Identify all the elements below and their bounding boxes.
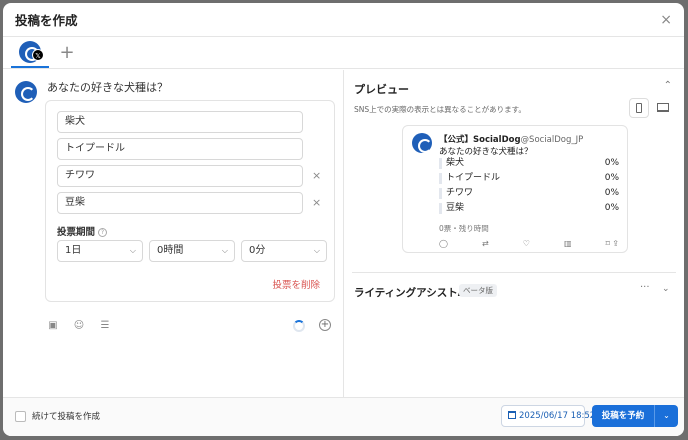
result-label: 柴犬: [446, 158, 465, 168]
poll-option-4-input[interactable]: 豆柴: [57, 192, 303, 214]
poll-duration-text: 投票期間: [57, 227, 96, 238]
preview-panel: プレビュー ⌃ SNS上での実際の表示とは異なることがあります。 【公式】Soc…: [344, 70, 684, 397]
duration-hours-select[interactable]: 0時間 ⌵: [149, 240, 235, 262]
divider: [352, 272, 676, 273]
account-name-text: 【公式】SocialDog: [439, 135, 521, 145]
duration-days-value: 1日: [65, 245, 82, 256]
post-avatar-icon: [15, 81, 37, 103]
more-icon[interactable]: ···: [640, 282, 650, 293]
continue-posting-label: 続けて投稿を作成: [32, 412, 101, 422]
chevron-down-icon[interactable]: ⌄: [662, 284, 670, 294]
schedule-post-label: 投稿を予約: [601, 411, 645, 421]
writing-assist-title[interactable]: ライティングアシストAI: [354, 285, 470, 300]
list-icon[interactable]: ☰: [99, 320, 111, 331]
preview-actions: ◯ ⇄ ♡ ▥ ⌑ ⇪: [439, 239, 619, 248]
x-logo-icon: 𝕏: [32, 49, 44, 61]
help-icon[interactable]: ?: [98, 228, 108, 237]
add-account-button[interactable]: +: [49, 37, 85, 68]
share-icon: ⇪: [612, 239, 619, 248]
preview-question: あなたの好きな犬種は？: [439, 147, 533, 157]
account-handle: @SocialDog_JP: [520, 135, 584, 145]
mobile-icon: [636, 103, 642, 113]
schedule-date-button[interactable]: 2025/06/17 18:52: [501, 405, 595, 427]
poll-option-2-input[interactable]: トイプードル: [57, 138, 303, 160]
duration-minutes-value: 0分: [249, 245, 266, 256]
close-icon[interactable]: ×: [660, 12, 672, 28]
remove-option-4-icon[interactable]: ×: [312, 196, 321, 209]
modal-title: 投稿を作成: [15, 13, 78, 28]
mobile-preview-button[interactable]: [629, 98, 649, 118]
chevron-down-icon: ⌵: [313, 246, 320, 255]
emoji-icon[interactable]: ☺: [73, 320, 85, 331]
result-label: トイプードル: [446, 173, 501, 183]
poll-duration-label: 投票期間?: [57, 224, 108, 238]
chevron-down-icon: ⌵: [221, 246, 228, 255]
like-icon: ♡: [522, 239, 530, 248]
preview-title: プレビュー: [354, 83, 409, 96]
duration-minutes-select[interactable]: 0分 ⌵: [241, 240, 327, 262]
checkbox-icon[interactable]: [15, 410, 26, 422]
poll-editor: 柴犬 トイプードル チワワ × 豆柴 × 投票期間? 1日 ⌵ 0時間 ⌵ 0分 ⌵: [45, 100, 335, 302]
calendar-icon: [508, 411, 516, 419]
post-text-input[interactable]: あなたの好きな犬種は？: [47, 79, 168, 95]
preview-account-name: 【公式】SocialDog@SocialDog_JP: [439, 133, 583, 145]
modal-body: あなたの好きな犬種は？ 柴犬 トイプードル チワワ × 豆柴 × 投票期間? 1…: [3, 70, 684, 397]
result-percent: 0%: [604, 188, 619, 198]
poll-result-row: 豆柴 0%: [439, 202, 619, 215]
result-percent: 0%: [604, 173, 619, 183]
poll-option-1-input[interactable]: 柴犬: [57, 111, 303, 133]
poll-result-row: トイプードル 0%: [439, 172, 619, 185]
duration-days-select[interactable]: 1日 ⌵: [57, 240, 143, 262]
poll-option-3-input[interactable]: チワワ: [57, 165, 303, 187]
stats-icon: ▥: [564, 239, 572, 248]
duration-hours-value: 0時間: [157, 245, 184, 256]
preview-note: SNS上での実際の表示とは異なることがあります。: [354, 105, 526, 114]
continue-posting-checkbox[interactable]: 続けて投稿を作成: [15, 410, 100, 422]
desktop-preview-icon[interactable]: [657, 103, 669, 112]
result-label: チワワ: [446, 188, 474, 198]
result-percent: 0%: [604, 203, 619, 213]
delete-poll-button[interactable]: 投票を削除: [272, 277, 320, 291]
composer-toolbar: ▣ ☺ ☰: [47, 320, 111, 331]
beta-badge: ベータ版: [459, 284, 497, 297]
account-tabs: 𝕏 +: [3, 37, 684, 69]
schedule-date-text: 2025/06/17 18:52: [519, 411, 596, 421]
preview-avatar-icon: [412, 133, 432, 153]
result-bar: [439, 173, 442, 184]
schedule-post-button[interactable]: 投稿を予約 ⌄: [592, 405, 678, 427]
chevron-up-icon[interactable]: ⌃: [664, 80, 672, 91]
add-post-icon[interactable]: +: [319, 319, 331, 331]
bookmark-icon: ⌑: [605, 239, 610, 248]
post-preview-card: 【公式】SocialDog@SocialDog_JP あなたの好きな犬種は？ 柴…: [402, 125, 628, 253]
chevron-down-icon[interactable]: ⌄: [654, 405, 678, 427]
result-bar: [439, 188, 442, 199]
chevron-down-icon: ⌵: [129, 246, 136, 255]
modal-footer: 続けて投稿を作成 2025/06/17 18:52 投稿を予約 ⌄: [3, 397, 684, 436]
result-bar: [439, 203, 442, 214]
create-post-modal: 投稿を作成 × 𝕏 + あなたの好きな犬種は？ 柴犬 トイプードル チワワ × …: [3, 3, 684, 436]
modal-header: 投稿を作成 ×: [3, 3, 684, 37]
result-bar: [439, 158, 442, 169]
result-label: 豆柴: [446, 203, 465, 213]
character-count-ring: [293, 320, 305, 332]
poll-result-row: 柴犬 0%: [439, 157, 619, 170]
poll-meta: 0票・残り時間: [439, 224, 489, 233]
repost-icon: ⇄: [482, 239, 489, 248]
composer-panel: あなたの好きな犬種は？ 柴犬 トイプードル チワワ × 豆柴 × 投票期間? 1…: [3, 70, 344, 397]
remove-option-3-icon[interactable]: ×: [312, 169, 321, 182]
image-icon[interactable]: ▣: [47, 320, 59, 331]
poll-result-row: チワワ 0%: [439, 187, 619, 200]
tab-account-socialdog[interactable]: 𝕏: [11, 37, 49, 68]
reply-icon: ◯: [439, 239, 448, 248]
result-percent: 0%: [604, 158, 619, 168]
bookmark-share-icons: ⌑ ⇪: [606, 239, 619, 248]
